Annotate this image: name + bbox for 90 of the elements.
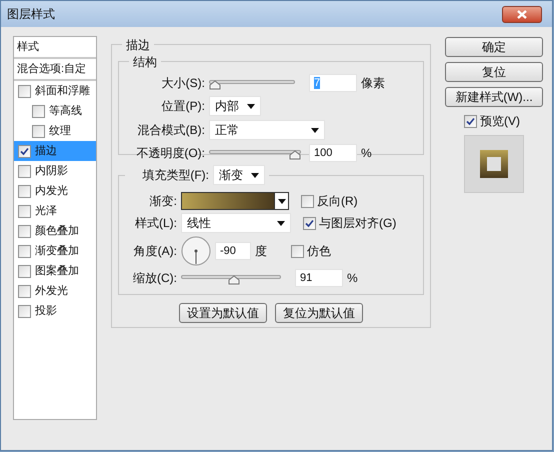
check-icon bbox=[20, 146, 29, 156]
scale-field[interactable]: 91 bbox=[295, 269, 343, 287]
checkbox[interactable] bbox=[18, 264, 31, 278]
checkbox-label: 反向(R) bbox=[317, 193, 358, 210]
checkbox[interactable] bbox=[18, 244, 31, 258]
sidebar-item[interactable]: 内发光 bbox=[14, 181, 96, 201]
fill-type-dropdown[interactable]: 渐变 bbox=[213, 165, 265, 185]
sidebar-item[interactable]: 投影 bbox=[14, 301, 96, 321]
checkbox[interactable] bbox=[32, 104, 45, 118]
sidebar-item[interactable]: 渐变叠加 bbox=[14, 241, 96, 261]
field-label: 混合模式(B): bbox=[136, 122, 205, 139]
sidebar-header[interactable]: 混合选项:自定 bbox=[14, 59, 96, 81]
sidebar-item-label: 内发光 bbox=[35, 184, 68, 199]
slider[interactable] bbox=[209, 77, 295, 89]
field-label: 大小(S): bbox=[160, 75, 205, 92]
opacity-field[interactable]: 100 bbox=[309, 144, 357, 162]
slider[interactable] bbox=[209, 147, 301, 159]
checkbox[interactable] bbox=[301, 194, 314, 208]
field-label: 不透明度(O): bbox=[135, 145, 205, 162]
group-title: 描边 bbox=[122, 36, 154, 54]
checkbox[interactable] bbox=[303, 216, 316, 230]
close-icon bbox=[517, 10, 527, 18]
sidebar-header[interactable]: 样式 bbox=[14, 37, 96, 59]
sidebar-item-label: 光泽 bbox=[35, 204, 57, 219]
slider[interactable] bbox=[181, 272, 281, 284]
checkbox[interactable] bbox=[18, 224, 31, 238]
gradient-picker[interactable] bbox=[181, 192, 289, 210]
angle-field[interactable]: -90 bbox=[215, 242, 251, 260]
unit-label: % bbox=[361, 145, 372, 162]
sidebar-item-label: 等高线 bbox=[49, 104, 82, 119]
dialog-button[interactable]: 新建样式(W)... bbox=[445, 87, 543, 107]
sidebar-item-label: 斜面和浮雕 bbox=[35, 84, 90, 99]
dropdown-arrow-icon bbox=[247, 104, 255, 108]
checkbox[interactable] bbox=[464, 114, 477, 128]
checkbox[interactable] bbox=[18, 144, 31, 158]
checkbox[interactable] bbox=[18, 304, 31, 318]
dropdown-arrow-icon bbox=[311, 128, 319, 132]
sidebar-item[interactable]: 外发光 bbox=[14, 281, 96, 301]
checkbox-label: 预览(V) bbox=[480, 113, 520, 130]
sidebar-item-label: 内阴影 bbox=[35, 164, 68, 179]
dropdown-arrow-icon bbox=[278, 198, 286, 204]
default-button[interactable]: 复位为默认值 bbox=[275, 303, 363, 323]
sidebar-item[interactable]: 光泽 bbox=[14, 201, 96, 221]
default-button[interactable]: 设置为默认值 bbox=[179, 303, 267, 323]
dropdown-arrow-icon bbox=[251, 172, 259, 178]
check-icon bbox=[305, 218, 314, 228]
checkbox[interactable] bbox=[18, 84, 31, 98]
field-label: 缩放(C): bbox=[132, 270, 177, 287]
sidebar-item-label: 图案叠加 bbox=[35, 264, 79, 279]
checkbox-label: 仿色 bbox=[307, 243, 331, 260]
field-label: 样式(L): bbox=[134, 215, 177, 232]
dropdown-arrow-icon bbox=[277, 220, 285, 226]
checkbox[interactable] bbox=[18, 184, 31, 198]
sidebar-item[interactable]: 斜面和浮雕 bbox=[14, 81, 96, 101]
sidebar-item[interactable]: 等高线 bbox=[14, 101, 96, 121]
checkbox[interactable] bbox=[18, 284, 31, 298]
checkbox[interactable] bbox=[32, 124, 45, 138]
checkbox-label: 与图层对齐(G) bbox=[319, 215, 396, 232]
blend-mode-dropdown[interactable]: 正常 bbox=[209, 120, 325, 140]
sidebar-item-label: 颜色叠加 bbox=[35, 224, 79, 239]
field-label: 填充类型(F): bbox=[141, 167, 209, 184]
group-title: 结构 bbox=[129, 53, 161, 71]
style-dropdown[interactable]: 线性 bbox=[181, 213, 291, 233]
close-button[interactable] bbox=[502, 6, 542, 22]
sidebar-item[interactable]: 纹理 bbox=[14, 121, 96, 141]
dialog-button[interactable]: 复位 bbox=[445, 62, 543, 82]
dialog-button[interactable]: 确定 bbox=[445, 37, 543, 57]
position-dropdown[interactable]: 内部 bbox=[209, 96, 261, 116]
sidebar-item-label: 投影 bbox=[35, 304, 57, 319]
field-label: 位置(P): bbox=[160, 98, 205, 115]
checkbox[interactable] bbox=[18, 204, 31, 218]
sidebar-item-label: 渐变叠加 bbox=[35, 244, 79, 259]
unit-label: 度 bbox=[255, 243, 267, 260]
field-label: 角度(A): bbox=[132, 243, 177, 260]
angle-dial[interactable] bbox=[181, 236, 211, 266]
sidebar-item-label: 外发光 bbox=[35, 284, 68, 299]
field-label: 渐变: bbox=[148, 193, 177, 210]
check-icon bbox=[466, 116, 475, 126]
unit-label: % bbox=[347, 270, 358, 287]
window-title: 图层样式 bbox=[7, 6, 55, 23]
sidebar-item-label: 纹理 bbox=[49, 124, 71, 139]
sidebar-item[interactable]: 颜色叠加 bbox=[14, 221, 96, 241]
stroke-preview-drawing bbox=[480, 150, 508, 178]
sidebar-item-label: 描边 bbox=[35, 144, 57, 159]
sidebar-item[interactable]: 图案叠加 bbox=[14, 261, 96, 281]
unit-label: 像素 bbox=[361, 75, 385, 92]
checkbox[interactable] bbox=[18, 164, 31, 178]
sidebar-item[interactable]: 内阴影 bbox=[14, 161, 96, 181]
sidebar-item[interactable]: 描边 bbox=[14, 141, 96, 161]
checkbox[interactable] bbox=[291, 244, 304, 258]
